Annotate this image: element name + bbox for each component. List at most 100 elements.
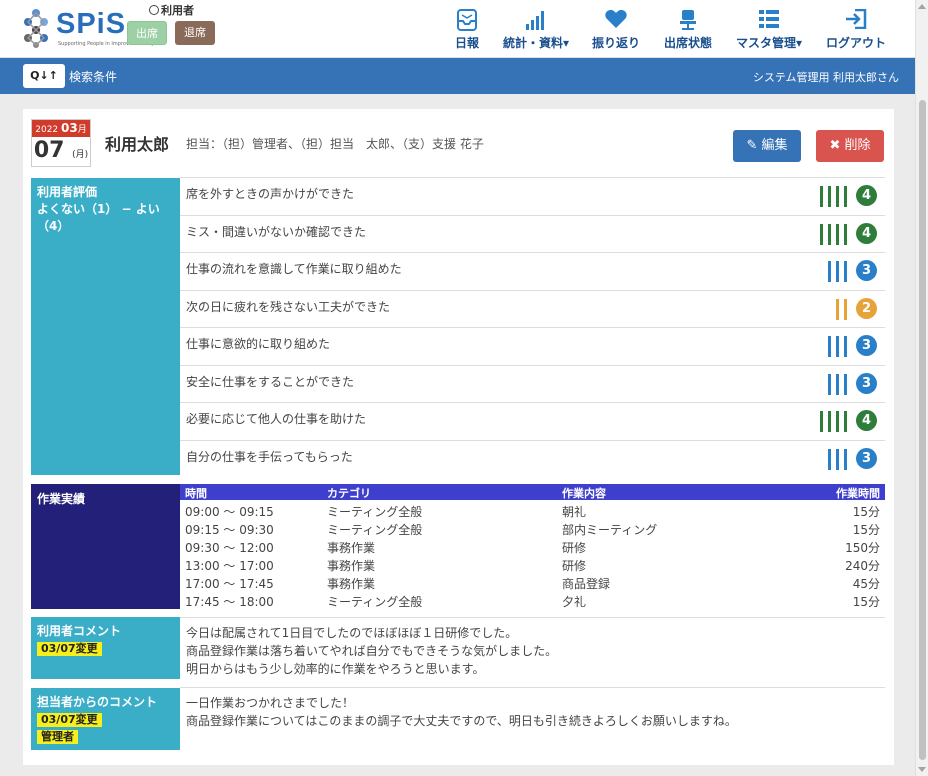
- score-bar: [820, 186, 823, 207]
- work-table-row: 09:15 〜 09:30 ミーティング全般 部内ミーティング 15分: [180, 520, 885, 538]
- daily-report-card: 2022 03月 07 (月) 利用太郎 担当：（担）管理者、（担）担当 太郎、…: [23, 109, 894, 765]
- evaluation-item: 席を外すときの声かけができた 4: [180, 177, 885, 214]
- evaluation-item-text: 必要に応じて他人の仕事を助けた: [186, 412, 367, 426]
- score-badge: 3: [856, 372, 877, 394]
- user-name: 利用太郎: [105, 135, 170, 154]
- work-duration: 15分: [852, 523, 880, 537]
- score-bar: [828, 186, 831, 207]
- delete-button[interactable]: ✖ 削除: [816, 130, 884, 162]
- date-year-month: 2022 03月: [32, 120, 90, 137]
- logo-text: SPiS: [56, 8, 127, 40]
- score-badge: 3: [856, 260, 877, 281]
- score-bar: [836, 186, 839, 207]
- work-duration: 15分: [852, 595, 880, 609]
- evaluation-item-text: ミス・間違いがないか確認できた: [186, 224, 367, 239]
- evaluation-item: 安全に仕事をすることができた 3: [180, 364, 885, 402]
- work-time: 09:15 〜 09:30: [185, 523, 274, 537]
- score-bar: [836, 373, 839, 395]
- staff-comment-line: 商品登録作業についてはこのままの調子で大丈夫ですので、明日も引き続きよろしくお願…: [186, 714, 737, 728]
- score-bars: [836, 298, 852, 320]
- work-table-row: 13:00 〜 17:00 事務作業 研修 240分: [180, 556, 885, 574]
- search-condition-label[interactable]: 検索条件: [69, 68, 117, 85]
- evaluation-item-text: 安全に仕事をすることができた: [186, 374, 355, 389]
- score-bars: [828, 373, 852, 395]
- work-duration: 15分: [852, 505, 880, 519]
- score-bars: [828, 261, 852, 282]
- heart-icon: [605, 9, 627, 28]
- work-results-label: 作業実績: [31, 484, 180, 609]
- header-category: カテゴリ: [327, 487, 371, 500]
- pencil-icon: ✎: [746, 138, 758, 153]
- user-circle-icon: [149, 5, 159, 15]
- evaluation-item: ミス・間違いがないか確認できた 4: [180, 214, 885, 252]
- evaluation-item: 自分の仕事を手伝ってもらった 3: [180, 439, 885, 477]
- evaluation-item: 仕事の流れを意識して作業に取り組めた 3: [180, 252, 885, 289]
- score-bar: [836, 223, 839, 245]
- score-bar: [836, 298, 839, 320]
- work-category: 事務作業: [327, 541, 376, 555]
- work-time: 09:30 〜 12:00: [185, 541, 274, 555]
- current-user: システム管理用 利用太郎さん: [752, 71, 899, 84]
- nav-daily-report[interactable]: 日報: [448, 0, 486, 58]
- work-time: 17:00 〜 17:45: [185, 577, 274, 591]
- score-bar: [844, 336, 847, 357]
- spis-logo[interactable]: SPiS Supporting People in Improve Stabil…: [22, 6, 154, 52]
- nav-review-label: 振り返り: [591, 36, 640, 50]
- work-table-row: 17:45 〜 18:00 ミーティング全般 夕礼 15分: [180, 592, 885, 610]
- search-bar: Q↓↑ 検索条件 システム管理用 利用太郎さん: [0, 58, 915, 94]
- score-bars: [820, 186, 852, 207]
- work-content: 研修: [562, 541, 587, 555]
- user-comment-line: 商品登録作業は落ち着いてやれば自分でもできそうな気がしました。: [186, 644, 558, 658]
- user-comment-line: 明日からはもう少し効率的に作業をやろうと思います。: [186, 662, 485, 676]
- score-bar: [836, 411, 839, 432]
- work-duration: 240分: [845, 559, 880, 573]
- scrollbar[interactable]: [915, 0, 928, 776]
- edit-button[interactable]: ✎ 編集: [733, 130, 801, 162]
- check-out-button[interactable]: 退席: [175, 21, 215, 45]
- work-content: 夕礼: [562, 595, 587, 609]
- evaluation-item-text: 仕事に意欲的に取り組めた: [186, 337, 331, 351]
- work-content: 研修: [562, 559, 587, 573]
- header-duration: 作業時間: [836, 487, 880, 500]
- work-content: 部内ミーティング: [562, 523, 658, 537]
- nav-review[interactable]: 振り返り: [588, 0, 644, 58]
- nav-attendance-status[interactable]: 出席状態: [660, 0, 716, 58]
- score-bar: [844, 298, 847, 320]
- changed-badge: 03/07変更: [37, 713, 102, 727]
- scroll-down-arrow[interactable]: [918, 767, 926, 772]
- score-bar: [844, 223, 847, 245]
- nav-daily-report-label: 日報: [454, 36, 479, 50]
- staff-comment-label: 担当者からのコメント 03/07変更 管理者: [31, 688, 180, 750]
- changed-badge: 03/07変更: [37, 642, 102, 656]
- work-time: 13:00 〜 17:00: [185, 559, 274, 573]
- score-badge: 4: [856, 222, 877, 244]
- work-category: 事務作業: [327, 559, 376, 573]
- nav-master-management[interactable]: マスタ管理▾: [733, 0, 805, 58]
- score-bars: [828, 336, 852, 357]
- user-label: 利用者: [149, 2, 194, 18]
- evaluation-item: 次の日に疲れを残さない工夫ができた 2: [180, 289, 885, 327]
- nav-attendance-status-label: 出席状態: [663, 36, 712, 50]
- nav-statistics-label: 統計・資料▾: [502, 36, 570, 50]
- staff-comment-line: 一日作業おつかれさまでした！: [186, 696, 355, 710]
- score-bar: [836, 336, 839, 357]
- nav-statistics[interactable]: 統計・資料▾: [500, 0, 572, 58]
- nav-logout[interactable]: ログアウト: [822, 0, 890, 58]
- work-category: 事務作業: [327, 577, 376, 591]
- check-in-button[interactable]: 出席: [127, 21, 167, 45]
- score-bar: [820, 411, 823, 432]
- scrollbar-thumb[interactable]: [919, 100, 926, 760]
- list-icon: [759, 10, 779, 28]
- date-day: 07 (月): [33, 138, 89, 163]
- search-toggle-button[interactable]: Q↓↑: [23, 64, 65, 88]
- scroll-up-arrow[interactable]: [918, 4, 926, 9]
- bar-chart-icon: [526, 11, 544, 30]
- user-comment: 今日は配属されて1日目でしたのでほぼほぼ１日研修でした。 商品登録作業は落ち着い…: [180, 617, 885, 687]
- nav-master-management-label: マスタ管理▾: [735, 36, 803, 50]
- logo-icon: [24, 9, 48, 48]
- work-category: ミーティング全般: [327, 523, 423, 537]
- header-time: 時間: [185, 487, 207, 500]
- score-bar: [828, 336, 831, 357]
- work-table-row: 09:30 〜 12:00 事務作業 研修 150分: [180, 538, 885, 556]
- work-content: 商品登録: [562, 577, 611, 591]
